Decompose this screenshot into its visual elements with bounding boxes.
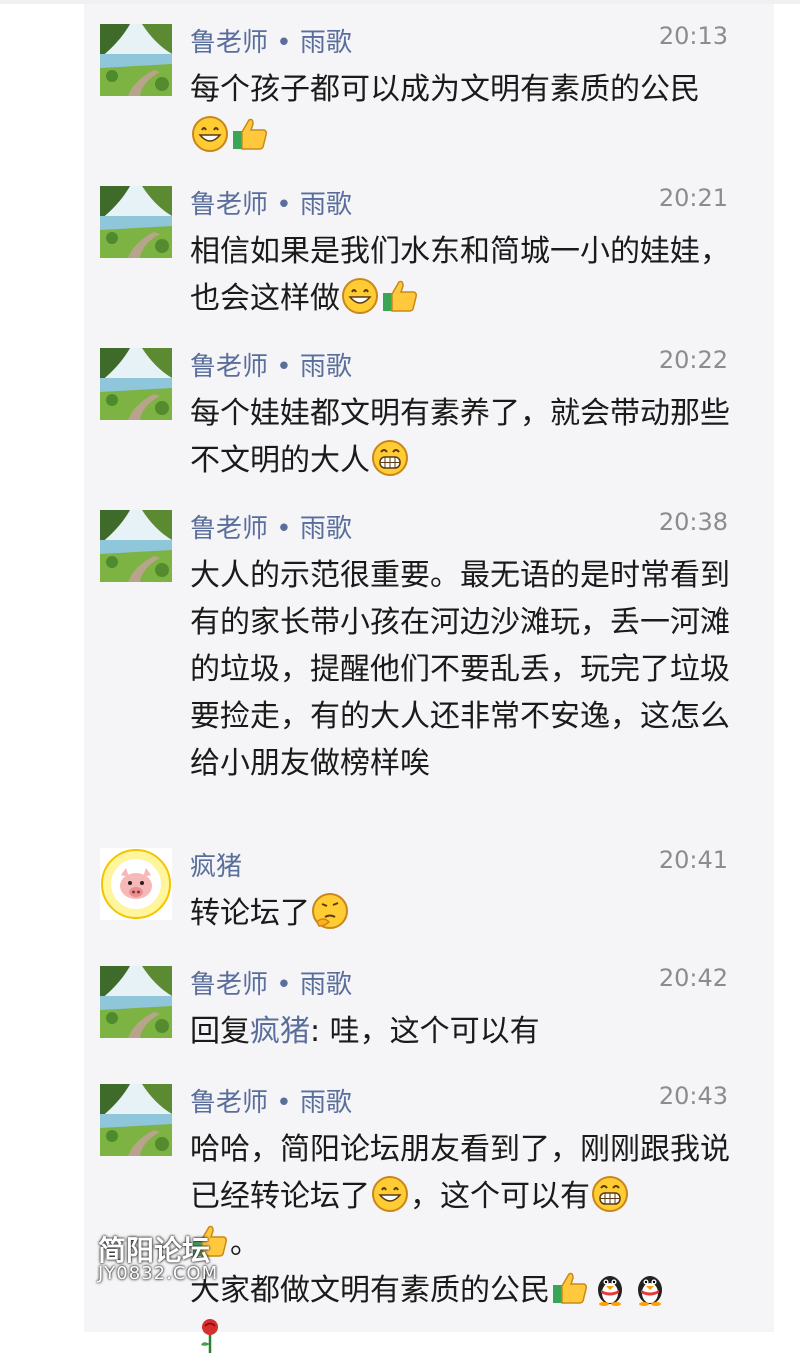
watermark-domain: JY0832.COM — [98, 1263, 219, 1285]
message-body: 每个娃娃都文明有素养了，就会带动那些不文明的大人 — [190, 396, 730, 478]
thumbs-up-emoji — [231, 115, 269, 153]
message-text: 每个孩子都可以成为文明有素质的公民 — [190, 66, 730, 160]
landscape-avatar[interactable] — [100, 348, 172, 420]
reply-prefix: 回复 — [190, 1014, 250, 1049]
message-body: 。 — [230, 1226, 260, 1261]
message-text: 每个娃娃都文明有素养了，就会带动那些不文明的大人 — [190, 390, 730, 484]
message-body: 每个孩子都可以成为文明有素质的公民 — [190, 72, 700, 107]
message-text: 相信如果是我们水东和简城一小的娃娃，也会这样做 — [190, 228, 730, 322]
message-time: 20:43 — [658, 1082, 728, 1110]
forum-watermark: 简阳论坛 JY0832.COM — [98, 1236, 218, 1284]
sender-name[interactable]: 鲁老师 • 雨歌 — [190, 964, 352, 1001]
sender-name[interactable]: 鲁老师 • 雨歌 — [190, 184, 352, 221]
message-time: 20:13 — [658, 22, 728, 50]
message-text: 转论坛了 — [190, 890, 730, 937]
penguin-emoji — [591, 1269, 629, 1307]
thumbs-up-emoji — [381, 277, 419, 315]
message-time: 20:42 — [658, 964, 728, 992]
sender-name[interactable]: 鲁老师 • 雨歌 — [190, 1082, 352, 1119]
grin-emoji — [341, 277, 379, 315]
sender-name[interactable]: 鲁老师 • 雨歌 — [190, 22, 352, 59]
message-time: 20:38 — [658, 508, 728, 536]
big-grin-emoji — [371, 439, 409, 477]
reply-mention-link[interactable]: 疯猪 — [250, 1014, 310, 1049]
landscape-avatar[interactable] — [100, 24, 172, 96]
message-time: 20:22 — [658, 346, 728, 374]
message-text: 回复疯猪: 哇，这个可以有 — [190, 1008, 730, 1055]
message-body: 大家都做文明有素质的公民 — [190, 1273, 550, 1308]
sender-name[interactable]: 鲁老师 • 雨歌 — [190, 508, 352, 545]
landscape-avatar[interactable] — [100, 510, 172, 582]
message-text: 大人的示范很重要。最无语的是时常看到有的家长带小孩在河边沙滩玩，丢一河滩的垃圾，… — [190, 558, 730, 781]
sender-name[interactable]: 鲁老师 • 雨歌 — [190, 346, 352, 383]
landscape-avatar[interactable] — [100, 1084, 172, 1156]
message-time: 20:21 — [658, 184, 728, 212]
watermark-title: 简阳论坛 — [98, 1234, 211, 1267]
message-body: 相信如果是我们水东和简城一小的娃娃，也会这样做 — [190, 234, 730, 316]
penguin-emoji — [631, 1269, 669, 1307]
reply-text: : 哇，这个可以有 — [310, 1014, 540, 1049]
big-grin-emoji — [591, 1175, 629, 1213]
grin-emoji — [371, 1175, 409, 1213]
landscape-avatar[interactable] — [100, 966, 172, 1038]
sender-name[interactable]: 疯猪 — [190, 846, 242, 883]
thinking-emoji — [311, 892, 349, 930]
pig-avatar[interactable] — [100, 848, 172, 920]
message-body: 转论坛了 — [190, 896, 310, 931]
landscape-avatar[interactable] — [100, 186, 172, 258]
message-text: 哈哈，简阳论坛朋友看到了，刚刚跟我说已经转论坛了 ，这个可以有。大家都做文明有素质… — [190, 1126, 750, 1361]
thumbs-up-emoji — [551, 1269, 589, 1307]
grin-emoji — [191, 115, 229, 153]
message-body: ，这个可以有 — [410, 1179, 590, 1214]
rose-emoji — [191, 1316, 229, 1354]
message-time: 20:41 — [658, 846, 728, 874]
chat-panel[interactable]: 鲁老师 • 雨歌 20:13 每个孩子都可以成为文明有素质的公民 鲁老师 • 雨… — [84, 4, 774, 1353]
